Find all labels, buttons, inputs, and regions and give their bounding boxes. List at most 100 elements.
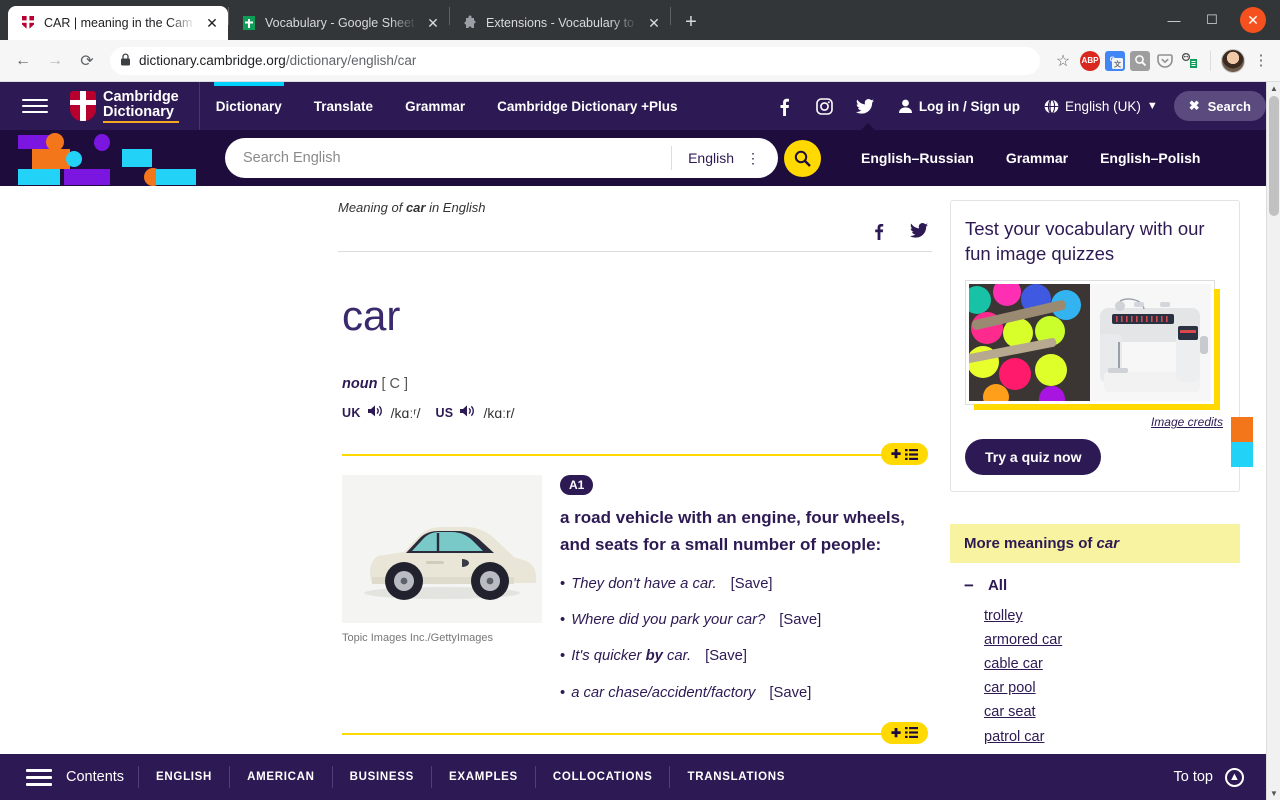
back-icon[interactable]: ← <box>8 46 38 76</box>
puzzle-piece-icon <box>462 15 478 31</box>
to-top-button[interactable]: To top ▲ <box>1174 767 1244 787</box>
facebook-icon[interactable] <box>765 82 805 130</box>
facebook-share-icon[interactable] <box>874 223 884 245</box>
band-link-english-russian[interactable]: English–Russian <box>845 150 990 166</box>
scroll-down-arrow[interactable]: ▼ <box>1267 789 1280 798</box>
sense-divider-2: ✚ <box>342 721 928 744</box>
more-item-trolley[interactable]: trolley <box>984 604 1240 628</box>
forward-icon[interactable]: → <box>40 46 70 76</box>
contents-label[interactable]: Contents <box>66 769 124 785</box>
tab-close-icon[interactable]: ✕ <box>204 15 220 31</box>
login-signup-button[interactable]: Log in / Sign up <box>885 99 1034 114</box>
more-item-cable-car[interactable]: cable car <box>984 652 1240 676</box>
twitter-share-icon[interactable] <box>910 223 928 245</box>
search-toggle-button[interactable]: ✖ Search <box>1173 91 1266 121</box>
band-link-grammar[interactable]: Grammar <box>990 150 1084 166</box>
reload-icon[interactable]: ⟳ <box>72 46 102 76</box>
maximize-button[interactable]: ☐ <box>1202 12 1222 28</box>
example-text-post: car. <box>662 648 692 665</box>
google-translate-icon[interactable]: G 文 <box>1105 50 1125 71</box>
avatar[interactable] <box>1221 48 1245 73</box>
nav-item-translate[interactable]: Translate <box>298 82 389 130</box>
tab-close-icon[interactable]: ✕ <box>425 15 441 31</box>
close-window-button[interactable]: ✕ <box>1240 7 1266 33</box>
nav-item-plus[interactable]: Cambridge Dictionary +Plus <box>481 82 693 130</box>
example-text: Where did you park your car? <box>571 612 766 629</box>
save-link[interactable]: [Save] <box>731 576 773 592</box>
save-link[interactable]: [Save] <box>705 648 747 664</box>
pocket-icon[interactable] <box>1155 51 1175 71</box>
adblock-plus-icon[interactable]: ABP <box>1080 50 1100 71</box>
add-to-wordlist-icon[interactable]: ✚ <box>880 443 928 466</box>
more-item-car-seat[interactable]: car seat <box>984 700 1240 724</box>
more-item-car-pool[interactable]: car pool <box>984 676 1240 700</box>
plus-glyph: ✚ <box>890 447 901 462</box>
tab-collocations[interactable]: COLLOCATIONS <box>534 766 670 788</box>
speaker-icon[interactable] <box>367 404 384 421</box>
tab-business[interactable]: BUSINESS <box>331 766 431 788</box>
more-meanings-heading: More meanings of car <box>950 524 1240 564</box>
language-selector[interactable]: English (UK) ▼ <box>1034 99 1168 114</box>
logo-line-2: Dictionary <box>103 103 174 120</box>
decorative-shapes <box>14 130 224 186</box>
more-item-patrol-car[interactable]: patrol car <box>984 725 1240 749</box>
vocabulary-sheets-icon[interactable] <box>1180 51 1200 71</box>
star-icon[interactable]: ☆ <box>1048 46 1078 76</box>
search-submit-button[interactable] <box>784 140 821 177</box>
lock-icon <box>120 52 131 69</box>
minimize-button[interactable]: — <box>1164 13 1184 28</box>
browser-tab-1[interactable]: CAR | meaning in the Cam ✕ <box>8 6 228 40</box>
cefr-level-badge: A1 <box>560 475 594 496</box>
address-bar[interactable]: dictionary.cambridge.org/dictionary/engl… <box>110 46 1040 75</box>
scrollbar-thumb[interactable] <box>1269 96 1279 216</box>
example-item: • They don't have a car. [Save] <box>560 573 928 595</box>
nav-item-grammar[interactable]: Grammar <box>389 82 481 130</box>
tab-close-icon[interactable]: ✕ <box>646 15 662 31</box>
nav-item-dictionary[interactable]: Dictionary <box>200 82 298 130</box>
tab-translations[interactable]: TRANSLATIONS <box>669 766 802 788</box>
add-to-wordlist-icon[interactable]: ✚ <box>880 721 928 744</box>
instagram-icon[interactable] <box>805 82 845 130</box>
speaker-icon[interactable] <box>460 404 476 421</box>
magnifier-extension-icon[interactable] <box>1130 50 1150 71</box>
scroll-up-arrow[interactable]: ▲ <box>1267 84 1280 93</box>
cambridge-dictionary-logo[interactable]: Cambridge Dictionary <box>70 89 179 123</box>
example-item: • a car chase/accident/factory [Save] <box>560 682 928 704</box>
band-link-english-polish[interactable]: English–Polish <box>1084 150 1216 166</box>
browser-tab-2[interactable]: Vocabulary - Google Sheet ✕ <box>229 6 449 40</box>
extensions-area: ABP G 文 <box>1080 48 1272 73</box>
vertical-dots-icon[interactable]: ⋮ <box>746 151 760 165</box>
save-link[interactable]: [Save] <box>769 685 811 701</box>
hamburger-menu-icon[interactable] <box>22 99 48 113</box>
try-quiz-button[interactable]: Try a quiz now <box>965 439 1102 476</box>
save-link[interactable]: [Save] <box>779 612 821 628</box>
new-tab-button[interactable]: + <box>677 9 705 37</box>
search-input[interactable] <box>225 150 672 166</box>
bullet: • <box>560 612 566 629</box>
decorative-orange-square <box>1231 417 1253 442</box>
chevron-down-icon: ▼ <box>1146 100 1158 112</box>
sense-body: A1 a road vehicle with an engine, four w… <box>560 475 928 717</box>
example-item: • Where did you park your car? [Save] <box>560 609 928 631</box>
kebab-menu-icon[interactable]: ⋮ <box>1250 53 1272 68</box>
arrow-up-circle-icon: ▲ <box>1225 767 1244 787</box>
dictionary-search-box[interactable]: English ⋮ <box>225 138 778 178</box>
svg-text:文: 文 <box>1114 59 1122 68</box>
band-links: English–Russian Grammar English–Polish <box>845 130 1216 186</box>
tab-english[interactable]: ENGLISH <box>138 766 229 788</box>
example-list: • They don't have a car. [Save] • Where did… <box>560 573 928 704</box>
more-item-armored-car[interactable]: armored car <box>984 628 1240 652</box>
url-text: dictionary.cambridge.org/dictionary/engl… <box>139 53 417 68</box>
more-all-toggle[interactable]: − All <box>950 563 1240 594</box>
sense-divider-1: ✚ <box>342 443 928 466</box>
tab-american[interactable]: AMERICAN <box>229 766 332 788</box>
bullet: • <box>560 576 566 593</box>
browser-tab-3[interactable]: Extensions - Vocabulary to ✕ <box>450 6 670 40</box>
browser-toolbar: ← → ⟳ dictionary.cambridge.org/dictionar… <box>0 40 1280 82</box>
hamburger-menu-icon[interactable] <box>26 768 52 786</box>
quiz-images[interactable] <box>965 280 1220 411</box>
tab-examples[interactable]: EXAMPLES <box>431 766 535 788</box>
sewing-machine-image <box>1090 284 1211 402</box>
page-scrollbar[interactable]: ▲ ▼ <box>1266 82 1280 800</box>
search-language-selector[interactable]: English ⋮ <box>671 146 778 170</box>
